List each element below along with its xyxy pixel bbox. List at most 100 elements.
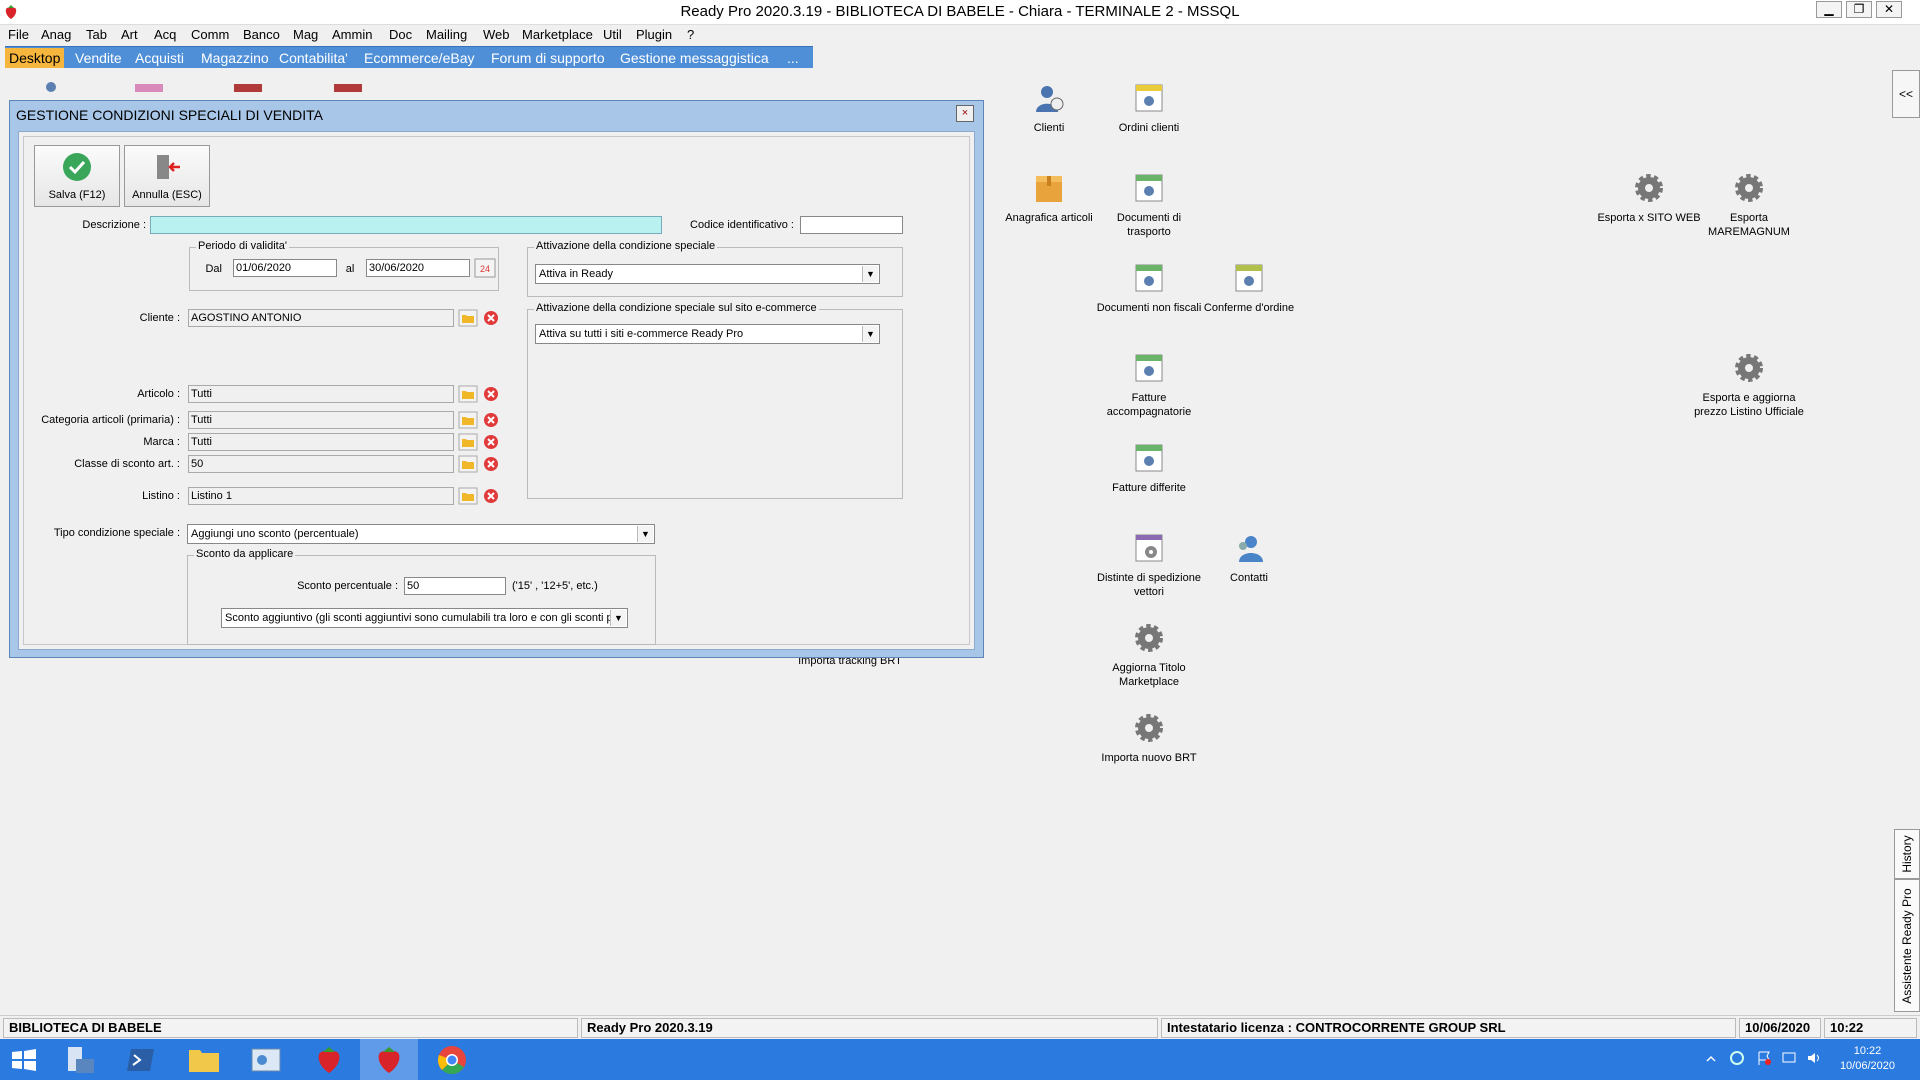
display-icon[interactable] (1781, 1050, 1797, 1066)
taskbar-server-manager[interactable] (52, 1039, 110, 1080)
desktop-icon-aggiorna-titolo[interactable]: Aggiorna Titolo Marketplace (1094, 622, 1204, 689)
desktop-icon-importa-brt[interactable]: Importa nuovo BRT (1094, 712, 1204, 765)
menu-comm[interactable]: Comm (191, 27, 229, 42)
menu-util[interactable]: Util (603, 27, 622, 42)
desktop-icon-esporta-listino[interactable]: Esporta e aggiorna prezzo Listino Uffici… (1694, 352, 1804, 419)
menu-ammin[interactable]: Ammin (332, 27, 372, 42)
folder-icon[interactable] (458, 385, 478, 403)
clear-icon[interactable] (483, 456, 499, 472)
chevron-up-icon[interactable] (1705, 1053, 1717, 1065)
dal-date-input[interactable]: 01/06/2020 (233, 259, 337, 277)
folder-icon[interactable] (458, 411, 478, 429)
desktop-icon-ordini-clienti[interactable]: Ordini clienti (1094, 82, 1204, 135)
attivazione-web-group: Attivazione della condizione speciale su… (527, 302, 903, 499)
tab-acquisti[interactable]: Acquisti (131, 48, 188, 68)
menu-art[interactable]: Art (121, 27, 138, 42)
taskbar-powershell[interactable] (112, 1039, 170, 1080)
marca-input[interactable]: Tutti (188, 433, 454, 451)
sconto-percent-input[interactable]: 50 (404, 577, 506, 595)
calendar-icon[interactable]: 24 (474, 258, 496, 278)
title-bar: Ready Pro 2020.3.19 - BIBLIOTECA DI BABE… (0, 0, 1920, 25)
gear-icon (1735, 354, 1763, 382)
taskbar-readypro-2[interactable] (360, 1039, 418, 1080)
save-button[interactable]: Salva (F12) (34, 145, 120, 207)
categoria-label: Categoria articoli (primaria) : (41, 414, 180, 426)
descrizione-input[interactable] (150, 216, 662, 234)
menu-mag[interactable]: Mag (293, 27, 318, 42)
clear-icon[interactable] (483, 310, 499, 326)
desktop-icon-documenti-trasporto[interactable]: Documenti di trasporto (1094, 172, 1204, 239)
tab-contabilita[interactable]: Contabilita' (275, 48, 352, 68)
desktop-icon-distinte-spedizione[interactable]: Distinte di spedizione vettori (1094, 532, 1204, 599)
folder-icon[interactable] (458, 309, 478, 327)
menu-anag[interactable]: Anag (41, 27, 71, 42)
tab-forum[interactable]: Forum di supporto (487, 48, 609, 68)
desktop-icon-anagrafica-articoli[interactable]: Anagrafica articoli (994, 172, 1104, 225)
desktop-icon-esporta-sito[interactable]: Esporta x SITO WEB (1594, 172, 1704, 225)
minimize-button[interactable]: ▁ (1816, 1, 1842, 18)
tab-desktop[interactable]: Desktop (5, 48, 65, 68)
powershell-icon (127, 1049, 154, 1071)
close-window-button[interactable]: ✕ (1876, 1, 1902, 18)
folder-icon[interactable] (458, 487, 478, 505)
menu-web[interactable]: Web (483, 27, 510, 42)
folder-icon[interactable] (458, 433, 478, 451)
taskbar-chrome[interactable] (423, 1039, 481, 1080)
menu-acq[interactable]: Acq (154, 27, 176, 42)
tab-magazzino[interactable]: Magazzino (197, 48, 273, 68)
desktop-icon-clienti[interactable]: Clienti (994, 82, 1104, 135)
desktop-icon-fatture-accompagnatorie[interactable]: Fatture accompagnatorie (1094, 352, 1204, 419)
taskbar-file-explorer[interactable] (176, 1039, 234, 1080)
start-button[interactable] (0, 1039, 58, 1080)
tipo-select[interactable]: Aggiungi uno sconto (percentuale) ▼ (187, 524, 655, 544)
codice-input[interactable] (800, 216, 903, 234)
desktop-icon-contatti[interactable]: Contatti (1194, 532, 1304, 585)
dialog-close-button[interactable]: × (956, 105, 974, 122)
clear-icon[interactable] (483, 412, 499, 428)
menu-banco[interactable]: Banco (243, 27, 280, 42)
clear-icon[interactable] (483, 386, 499, 402)
menu-mailing[interactable]: Mailing (426, 27, 467, 42)
tab-assistente[interactable]: Assistente Ready Pro (1894, 879, 1920, 1012)
network-icon[interactable] (1729, 1050, 1745, 1066)
classe-input[interactable]: 50 (188, 455, 454, 473)
desktop-icon-documenti-non-fiscali[interactable]: Documenti non fiscali (1094, 262, 1204, 315)
al-date-input[interactable]: 30/06/2020 (366, 259, 470, 277)
categoria-input[interactable]: Tutti (188, 411, 454, 429)
cancel-button[interactable]: Annulla (ESC) (124, 145, 210, 207)
sconto-mode-select[interactable]: Sconto aggiuntivo (gli sconti aggiuntivi… (221, 608, 628, 628)
desktop-icon-esporta-maremagnum[interactable]: Esporta MAREMAGNUM (1694, 172, 1804, 239)
tab-messaggistica[interactable]: Gestione messaggistica (616, 48, 773, 68)
tab-history[interactable]: History (1894, 829, 1920, 879)
clear-icon[interactable] (483, 488, 499, 504)
flag-icon[interactable] (1756, 1050, 1772, 1066)
restore-button[interactable]: ❐ (1846, 1, 1872, 18)
listino-input[interactable]: Listino 1 (188, 487, 454, 505)
menu-help[interactable]: ? (687, 27, 694, 42)
menu-file[interactable]: File (8, 27, 29, 42)
desktop-icon-fatture-differite[interactable]: Fatture differite (1094, 442, 1204, 495)
tab-vendite[interactable]: Vendite (71, 48, 126, 68)
taskbar-control-panel[interactable] (238, 1039, 296, 1080)
collapse-panel-button[interactable]: << (1892, 70, 1920, 118)
menu-plugin[interactable]: Plugin (636, 27, 672, 42)
articolo-input[interactable]: Tutti (188, 385, 454, 403)
menu-tab[interactable]: Tab (86, 27, 107, 42)
volume-icon[interactable] (1806, 1050, 1822, 1066)
sconto-percent-label: Sconto percentuale : (297, 580, 398, 592)
folder-icon[interactable] (458, 455, 478, 473)
dialog-content: Salva (F12) Annulla (ESC) Descrizione : … (23, 136, 970, 645)
taskbar-readypro-1[interactable] (300, 1039, 358, 1080)
shipping-list-icon (1135, 534, 1163, 562)
menu-marketplace[interactable]: Marketplace (522, 27, 593, 42)
taskbar-clock[interactable]: 10:22 10/06/2020 (1840, 1044, 1895, 1074)
tab-ecommerce[interactable]: Ecommerce/eBay (360, 48, 478, 68)
cliente-input[interactable]: AGOSTINO ANTONIO (188, 309, 454, 327)
clear-icon[interactable] (483, 434, 499, 450)
dialog-panel: Salva (F12) Annulla (ESC) Descrizione : … (18, 131, 975, 650)
desktop-icon-conferme-ordine[interactable]: Conferme d'ordine (1194, 262, 1304, 315)
tab-more[interactable]: ... (783, 48, 803, 68)
menu-doc[interactable]: Doc (389, 27, 412, 42)
attivazione-select[interactable]: Attiva in Ready ▼ (535, 264, 880, 284)
attivazione-web-select[interactable]: Attiva su tutti i siti e-commerce Ready … (535, 324, 880, 344)
